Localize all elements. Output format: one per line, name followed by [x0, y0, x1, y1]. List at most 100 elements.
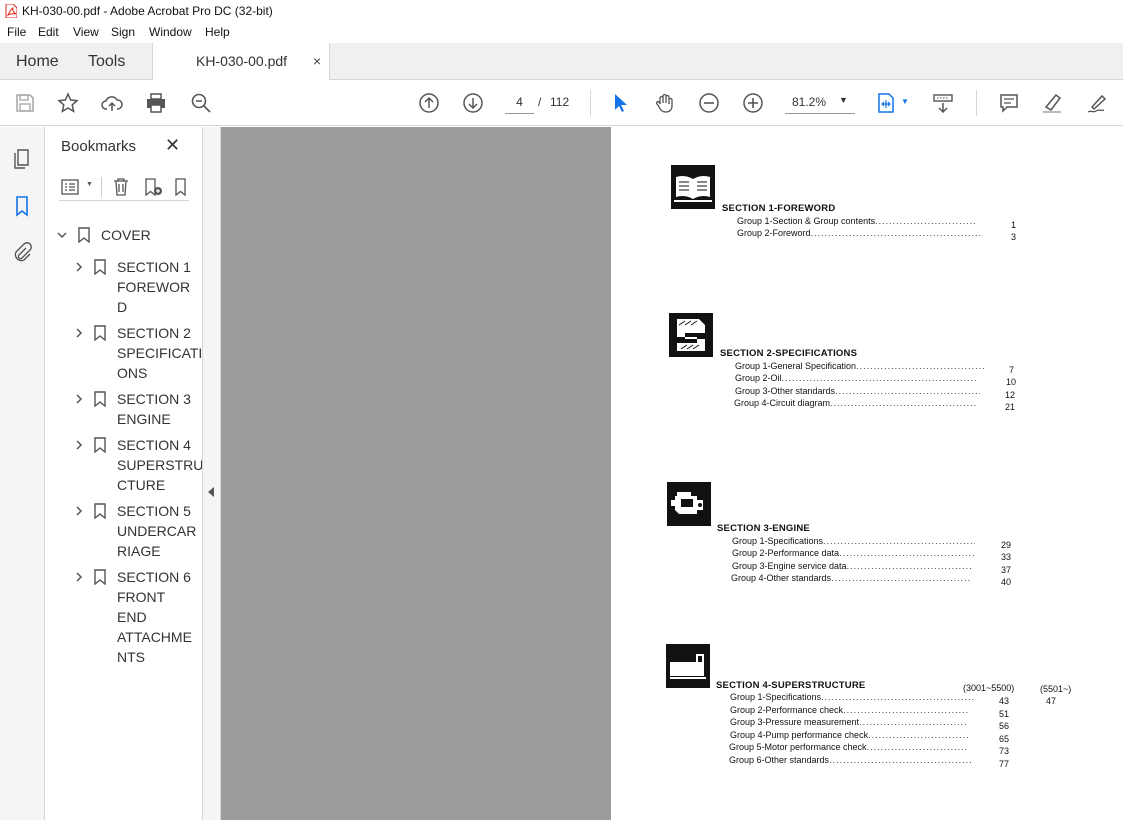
document-viewport[interactable]: SECTION 1-FOREWORD Group 1-Section & Gro… — [221, 127, 1123, 820]
page-total: 112 — [550, 95, 570, 109]
menu-help[interactable]: Help — [205, 25, 230, 39]
highlight-icon[interactable] — [1041, 92, 1063, 114]
page-down-icon[interactable] — [462, 92, 484, 114]
chevron-right-icon[interactable] — [74, 328, 84, 338]
group-page: 1 — [1010, 220, 1016, 230]
group-label: Group 1-Section & Group contents — [737, 216, 876, 226]
chevron-right-icon[interactable] — [74, 440, 84, 450]
group-label: Group 5-Motor performance check — [729, 742, 867, 752]
bookmark-label: SECTION 4 SUPERSTRU CTURE — [117, 437, 203, 493]
fit-page-chevron-icon[interactable]: ▼ — [901, 97, 909, 106]
toolbar-divider — [590, 90, 591, 116]
chevron-right-icon[interactable] — [74, 262, 84, 272]
close-tab-icon[interactable]: × — [313, 53, 321, 69]
group-page-b: 47 — [1045, 696, 1056, 706]
zoom-level-select[interactable]: 81.2% ▼ — [785, 90, 855, 114]
upload-icon[interactable] — [101, 92, 123, 114]
zoom-minus-icon[interactable] — [698, 92, 720, 114]
menu-file[interactable]: File — [7, 25, 26, 39]
zoom-level-value: 81.2% — [792, 95, 827, 109]
bookmark-icon — [94, 503, 106, 519]
chevron-right-icon[interactable] — [74, 394, 84, 404]
bookmark-icon — [94, 391, 106, 407]
group-label: Group 2-Performance data — [732, 548, 840, 558]
bookmark-section-1[interactable]: SECTION 1 FOREWOR D — [45, 257, 202, 317]
bookmark-label: SECTION 6 FRONT END ATTACHME NTS — [117, 569, 192, 665]
group-label: Group 1-Specifications — [732, 536, 824, 546]
chevron-right-icon[interactable] — [74, 506, 84, 516]
comment-icon[interactable] — [998, 92, 1020, 114]
attachment-icon[interactable] — [11, 241, 33, 263]
expand-bookmark-icon[interactable] — [173, 177, 189, 197]
group-entry: Group 1-Specifications..................… — [732, 536, 975, 546]
leader-dots: ........................................… — [831, 573, 972, 583]
page-number-input[interactable]: 4 — [505, 90, 534, 114]
bookmark-panel-icon[interactable] — [11, 195, 33, 217]
group-entry: Group 2-Performance check...............… — [730, 705, 970, 715]
group-label: Group 4-Pump performance check — [730, 730, 869, 740]
group-page: 21 — [1004, 402, 1015, 412]
tab-home[interactable]: Home — [16, 53, 59, 71]
new-bookmark-icon[interactable] — [143, 177, 163, 197]
group-entry: Group 4-Other standards.................… — [731, 573, 972, 583]
group-page: 40 — [1000, 577, 1011, 587]
bookmark-label: SECTION 3 ENGINE — [117, 391, 191, 427]
section-title: SECTION 1-FOREWORD — [722, 203, 836, 214]
star-icon[interactable] — [57, 92, 79, 114]
tab-document[interactable]: KH-030-00.pdf × — [152, 43, 330, 80]
print-icon[interactable] — [145, 92, 167, 114]
options-chevron-icon[interactable]: ▼ — [86, 181, 93, 188]
bookmark-section-2[interactable]: SECTION 2 SPECIFICATI ONS — [45, 323, 202, 383]
toolbar-divider — [976, 90, 977, 116]
bookmark-label: COVER — [101, 227, 151, 243]
group-entry: Group 6-Other standards.................… — [729, 755, 971, 765]
group-entry: Group 2-Performance data................… — [732, 548, 975, 558]
bookmarks-panel: Bookmarks ✕ ▼ COVER SECTION 1 FOREWOR D — [45, 127, 203, 820]
group-entry: Group 3-Pressure measurement............… — [730, 717, 967, 727]
toolbar: 4 / 112 81.2% ▼ ▼ — [0, 80, 1123, 126]
group-label: Group 4-Circuit diagram — [734, 398, 831, 408]
page-separator: / — [538, 95, 542, 109]
menu-sign[interactable]: Sign — [111, 25, 135, 39]
close-panel-icon[interactable]: ✕ — [165, 135, 180, 156]
sign-icon[interactable] — [1086, 92, 1108, 114]
menu-window[interactable]: Window — [149, 25, 192, 39]
options-menu-icon[interactable] — [61, 177, 83, 197]
panel-collapse-strip[interactable] — [203, 127, 221, 820]
zoom-out-search-icon[interactable] — [190, 92, 212, 114]
page-thumbnails-icon[interactable] — [11, 148, 33, 170]
bookmark-icon — [94, 569, 106, 585]
scroll-mode-icon[interactable] — [932, 92, 954, 114]
engine-icon — [667, 482, 711, 526]
leader-dots: ........................................… — [843, 705, 970, 715]
bookmark-section-5[interactable]: SECTION 5 UNDERCAR RIAGE — [45, 501, 202, 561]
tab-document-label: KH-030-00.pdf — [196, 53, 288, 69]
chevron-down-icon[interactable] — [57, 230, 67, 240]
leader-dots: ........................................… — [781, 373, 977, 383]
collapse-arrow-icon[interactable] — [208, 487, 214, 497]
fit-page-icon[interactable] — [876, 92, 898, 114]
menu-edit[interactable]: Edit — [38, 25, 59, 39]
menu-view[interactable]: View — [73, 25, 99, 39]
delete-bookmark-icon[interactable] — [111, 177, 131, 197]
hand-icon[interactable] — [654, 92, 676, 114]
bookmark-cover[interactable]: COVER — [45, 225, 202, 247]
bookmark-section-3[interactable]: SECTION 3 ENGINE — [45, 389, 202, 429]
group-entry: Group 3-Other standards.................… — [735, 386, 980, 396]
bookmark-label: SECTION 5 UNDERCAR RIAGE — [117, 503, 197, 559]
select-cursor-icon[interactable] — [610, 92, 632, 114]
leader-dots: ........................................… — [823, 536, 975, 546]
leader-dots: ........................................… — [846, 561, 973, 571]
save-icon[interactable] — [14, 92, 36, 114]
tab-tools[interactable]: Tools — [88, 53, 125, 71]
group-page: 73 — [998, 746, 1009, 756]
bookmark-section-4[interactable]: SECTION 4 SUPERSTRU CTURE — [45, 435, 203, 495]
bookmark-label: SECTION 1 FOREWOR D — [117, 259, 191, 315]
bookmark-section-6[interactable]: SECTION 6 FRONT END ATTACHME NTS — [45, 567, 202, 667]
leader-dots: ........................................… — [859, 717, 968, 727]
superstructure-icon — [666, 644, 710, 688]
zoom-plus-icon[interactable] — [742, 92, 764, 114]
page-up-icon[interactable] — [418, 92, 440, 114]
group-entry: Group 1-Specifications..................… — [730, 692, 974, 702]
chevron-right-icon[interactable] — [74, 572, 84, 582]
